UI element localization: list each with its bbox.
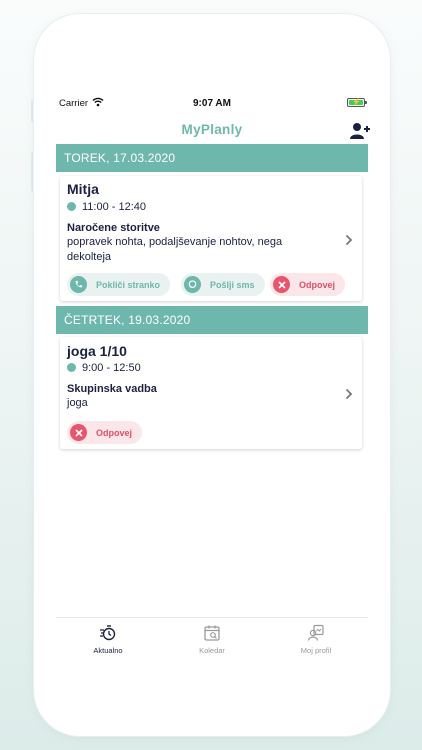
profile-icon bbox=[307, 624, 324, 641]
appointment-card[interactable]: Mitja 11:00 - 12:40 Naročene storitve po… bbox=[60, 176, 362, 301]
time-text: 9:00 - 12:50 bbox=[82, 362, 141, 374]
service-text: popravek nohta, podaljševanje nohtov, ne… bbox=[67, 236, 283, 263]
appointment-title: Mitja bbox=[67, 181, 99, 197]
service-label: Skupinska vadba bbox=[67, 383, 157, 395]
appointment-time: 11:00 - 12:40 bbox=[67, 201, 146, 213]
call-client-button[interactable]: Pokliči stranko bbox=[67, 273, 171, 296]
tab-label: Koledar bbox=[199, 646, 225, 655]
cancel-button[interactable]: Odpovej bbox=[67, 421, 143, 444]
chevron-right-icon[interactable] bbox=[344, 234, 354, 246]
day-header: ČETRTEK, 19.03.2020 bbox=[56, 306, 368, 334]
appointment-card[interactable]: joga 1/10 9:00 - 12:50 Skupinska vadba j… bbox=[60, 337, 362, 449]
phone-icon bbox=[70, 276, 87, 293]
time-text: 11:00 - 12:40 bbox=[82, 201, 147, 213]
calendar-icon bbox=[204, 625, 220, 641]
cancel-button[interactable]: Odpovej bbox=[270, 273, 346, 296]
service-label: Naročene storitve bbox=[67, 222, 160, 234]
close-icon bbox=[273, 276, 290, 293]
tab-profile[interactable]: Moj profil bbox=[264, 620, 368, 655]
service-text: joga bbox=[67, 397, 88, 409]
app-title: MyPlanly bbox=[181, 122, 243, 137]
cancel-label: Odpovej bbox=[299, 279, 336, 290]
phone-screen: Carrier 9:07 AM ⚡ MyPlanly TOREK, 17.03.… bbox=[34, 14, 390, 736]
send-sms-button[interactable]: Pošlji sms bbox=[181, 273, 265, 296]
close-icon bbox=[70, 424, 87, 441]
tab-label: Moj profil bbox=[300, 646, 332, 655]
current-icon bbox=[100, 625, 116, 641]
tab-current[interactable]: Aktualno bbox=[56, 620, 160, 655]
message-icon bbox=[184, 276, 201, 293]
chevron-right-icon[interactable] bbox=[344, 388, 354, 400]
status-bar: Carrier 9:07 AM ⚡ bbox=[34, 96, 390, 112]
send-sms-label: Pošlji sms bbox=[210, 279, 255, 290]
status-dot-icon bbox=[67, 363, 76, 372]
battery-icon: ⚡ bbox=[347, 98, 367, 107]
tab-label: Aktualno bbox=[93, 646, 123, 655]
appointment-time: 9:00 - 12:50 bbox=[67, 362, 141, 374]
tab-bar: Aktualno Koledar Moj profil bbox=[56, 617, 368, 659]
app-bar: MyPlanly bbox=[34, 118, 390, 144]
tab-calendar[interactable]: Koledar bbox=[160, 620, 264, 655]
status-time: 9:07 AM bbox=[193, 98, 231, 109]
add-user-icon[interactable] bbox=[350, 122, 370, 140]
day-header: TOREK, 17.03.2020 bbox=[56, 144, 368, 172]
appointment-title: joga 1/10 bbox=[67, 343, 127, 359]
cancel-label: Odpovej bbox=[96, 427, 133, 438]
status-dot-icon bbox=[67, 202, 76, 211]
call-client-label: Pokliči stranko bbox=[96, 279, 161, 290]
